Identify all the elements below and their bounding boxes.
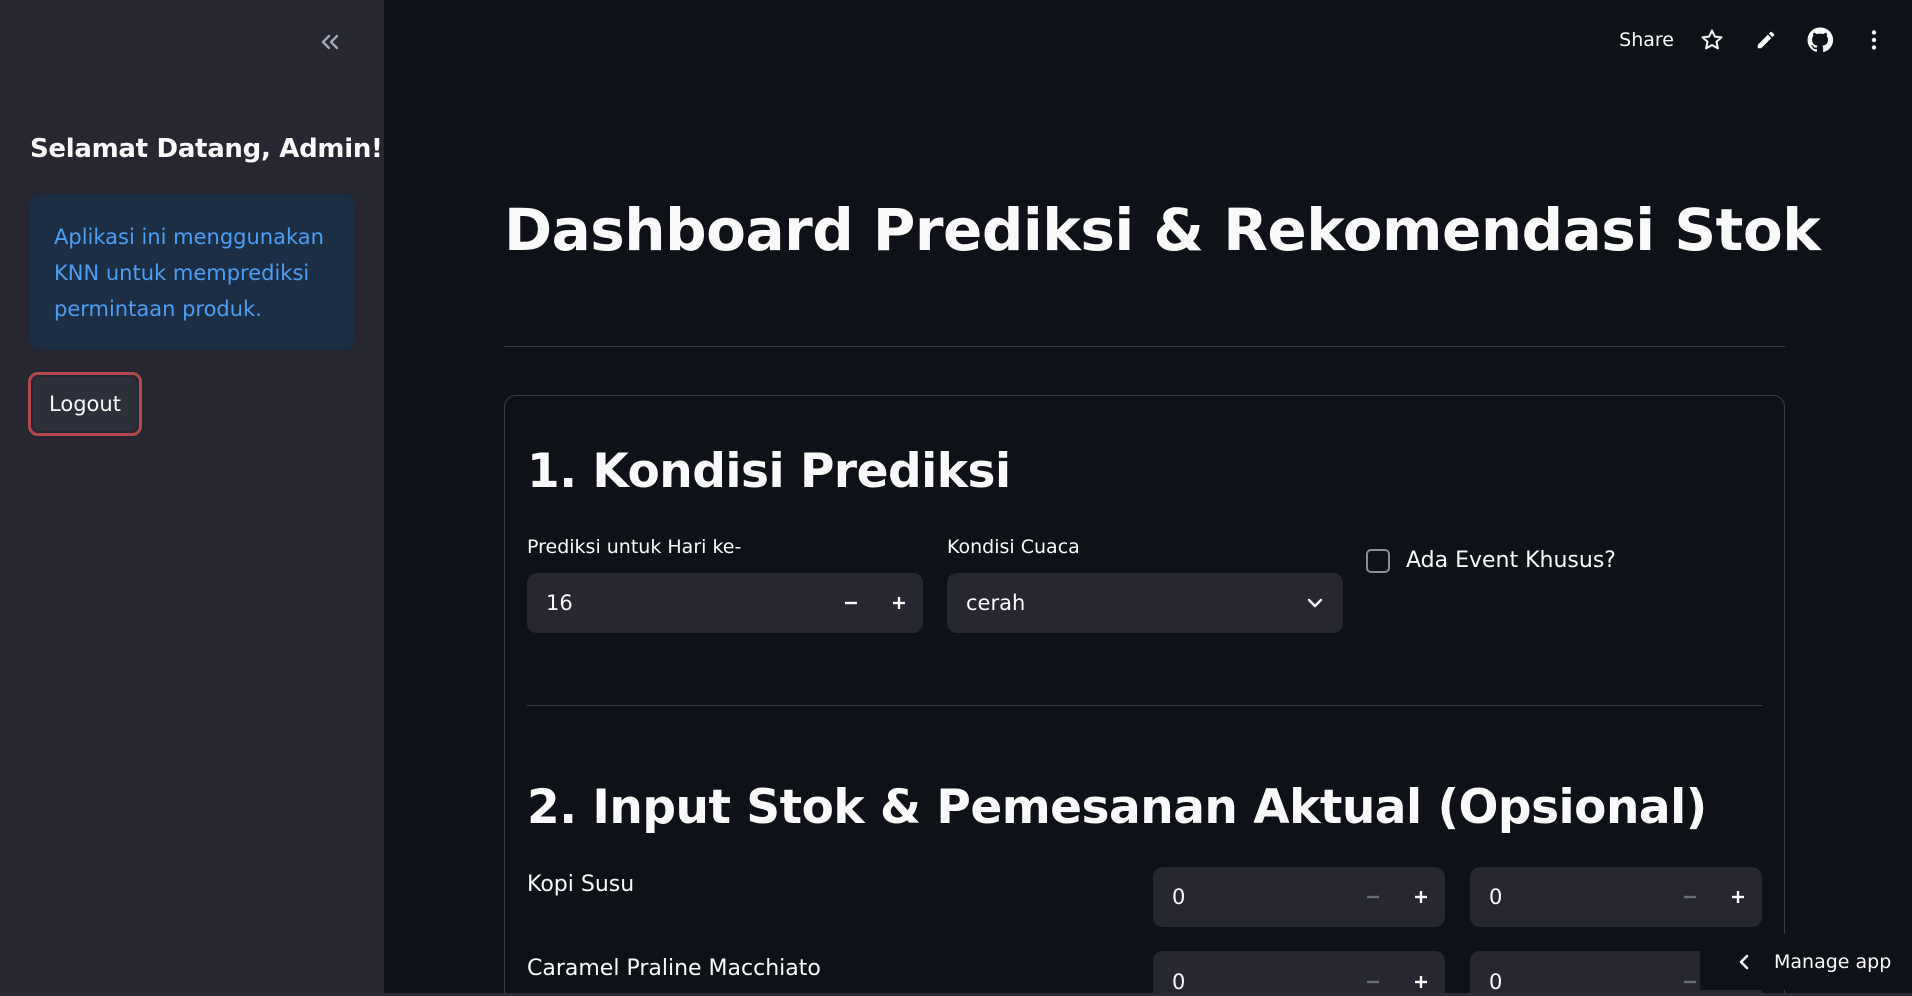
weather-label: Kondisi Cuaca <box>947 536 1080 558</box>
stock-increment-button[interactable] <box>1397 867 1445 927</box>
stock-decrement-button[interactable] <box>1349 867 1397 927</box>
edit-button[interactable] <box>1750 24 1782 56</box>
day-increment-button[interactable] <box>875 573 923 633</box>
share-button[interactable]: Share <box>1619 29 1674 51</box>
section-divider <box>527 705 1762 706</box>
collapse-sidebar-button[interactable] <box>312 24 348 60</box>
day-label: Prediksi untuk Hari ke- <box>527 536 742 558</box>
manage-app-label: Manage app <box>1774 951 1892 973</box>
minus-icon <box>1684 980 1696 983</box>
section-2-title: 2. Input Stok & Pemesanan Aktual (Opsion… <box>527 780 1707 835</box>
double-chevron-left-icon <box>321 34 339 50</box>
star-button[interactable] <box>1696 24 1728 56</box>
header-toolbar: Share <box>1619 22 1890 58</box>
pencil-icon <box>1757 31 1775 49</box>
page-title: Dashboard Prediksi & Rekomendasi Stok <box>504 196 1821 264</box>
product-name: Caramel Praline Macchiato <box>527 956 821 981</box>
event-checkbox[interactable] <box>1366 548 1390 573</box>
minus-icon <box>1367 980 1379 983</box>
order-value[interactable]: 0 <box>1470 885 1666 909</box>
sidebar: Selamat Datang, Admin! Aplikasi ini meng… <box>0 0 384 996</box>
plus-icon <box>1415 975 1427 988</box>
plus-icon <box>1415 891 1427 903</box>
order-increment-button[interactable] <box>1714 867 1762 927</box>
stock-decrement-button[interactable] <box>1349 944 1397 996</box>
section-1-title: 1. Kondisi Prediksi <box>527 444 1011 499</box>
stock-value[interactable]: 0 <box>1153 954 1349 994</box>
sidebar-title: Selamat Datang, Admin! <box>30 134 383 164</box>
minus-icon <box>1367 895 1379 899</box>
day-number-input[interactable]: 16 <box>527 573 923 633</box>
plus-icon <box>893 597 905 609</box>
chevron-left-icon <box>1739 954 1749 970</box>
manage-app-button[interactable]: Manage app <box>1700 934 1912 990</box>
github-button[interactable] <box>1804 24 1836 56</box>
github-icon <box>1807 27 1833 53</box>
product-name: Kopi Susu <box>527 872 635 897</box>
logout-button-label: Logout <box>33 377 137 431</box>
product-stock-input[interactable]: 0 <box>1153 951 1445 996</box>
event-checkbox-row[interactable]: Ada Event Khusus? <box>1366 548 1616 573</box>
event-checkbox-label: Ada Event Khusus? <box>1406 548 1616 573</box>
chevron-down-icon <box>1307 598 1323 608</box>
more-vertical-icon <box>1871 30 1877 50</box>
weather-value: cerah <box>966 591 1026 615</box>
stock-increment-button[interactable] <box>1397 944 1445 996</box>
minus-icon <box>845 601 857 605</box>
logout-button[interactable]: Logout <box>28 372 142 436</box>
order-value[interactable]: 0 <box>1470 954 1666 994</box>
product-order-input[interactable]: 0 <box>1470 867 1762 927</box>
weather-select[interactable]: cerah <box>947 573 1343 633</box>
day-decrement-button[interactable] <box>827 573 875 633</box>
star-icon <box>1701 29 1723 50</box>
title-divider <box>504 346 1785 347</box>
order-decrement-button[interactable] <box>1666 867 1714 927</box>
plus-icon <box>1732 891 1744 903</box>
minus-icon <box>1684 895 1696 899</box>
day-value[interactable]: 16 <box>527 591 827 615</box>
info-alert: Aplikasi ini menggunakan KNN untuk mempr… <box>30 194 354 350</box>
product-stock-input[interactable]: 0 <box>1153 867 1445 927</box>
stock-value[interactable]: 0 <box>1153 885 1349 909</box>
more-menu-button[interactable] <box>1858 24 1890 56</box>
